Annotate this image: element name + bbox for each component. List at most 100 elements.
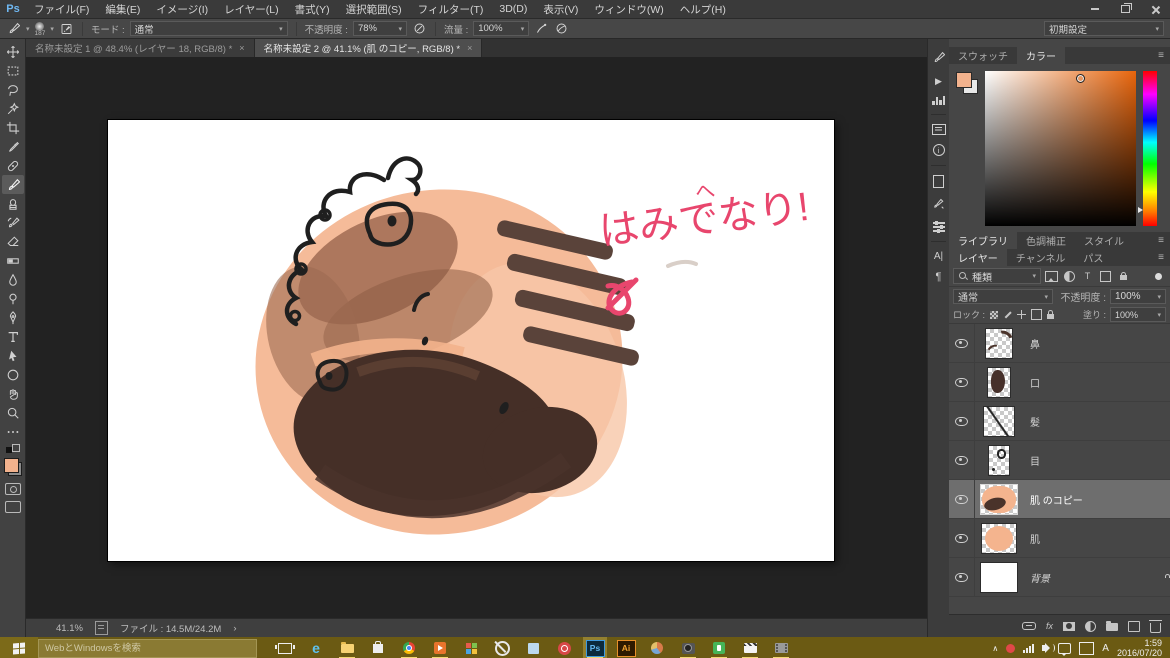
layer-row[interactable]: 鼻 xyxy=(949,324,1170,363)
panel-tab[interactable]: スウォッチ xyxy=(949,47,1017,64)
link-layers-icon[interactable] xyxy=(1022,622,1036,630)
layer-row[interactable]: 肌 のコピー xyxy=(949,480,1170,519)
preset-caret-icon[interactable]: ▾ xyxy=(26,25,30,33)
chrome-button[interactable] xyxy=(397,637,421,658)
start-button[interactable] xyxy=(0,637,38,658)
camera-app-button[interactable] xyxy=(676,637,700,658)
menu-item[interactable]: 選択範囲(S) xyxy=(338,2,410,17)
media-player-button[interactable] xyxy=(428,637,452,658)
menu-item[interactable]: 表示(V) xyxy=(535,2,586,17)
layer-thumbnail[interactable] xyxy=(982,524,1016,553)
layer-thumbnail[interactable] xyxy=(989,446,1009,475)
layer-visibility-toggle[interactable] xyxy=(949,519,975,557)
edge-button[interactable]: e xyxy=(304,637,328,658)
layer-name[interactable]: 目 xyxy=(1030,453,1040,468)
panel-menu-icon[interactable]: ≡ xyxy=(1158,249,1170,266)
histogram-panel-icon[interactable] xyxy=(932,96,945,105)
menu-item[interactable]: ヘルプ(H) xyxy=(672,2,734,17)
layer-thumbnail[interactable] xyxy=(981,563,1017,592)
close-button[interactable] xyxy=(1140,0,1170,18)
zoom-level-value[interactable]: 41.1% xyxy=(56,623,83,634)
taskbar-clock[interactable]: 1:59 2016/07/20 xyxy=(1117,638,1162,658)
layer-name[interactable]: 髪 xyxy=(1030,414,1040,429)
menu-item[interactable]: レイヤー(L) xyxy=(216,2,287,17)
lasso-tool[interactable] xyxy=(2,80,24,99)
layer-visibility-toggle[interactable] xyxy=(949,480,975,518)
info-panel-icon[interactable]: i xyxy=(933,144,945,156)
hand-tool[interactable] xyxy=(2,384,24,403)
brush-caret-icon[interactable]: ▾ xyxy=(50,25,54,33)
file-explorer-button[interactable] xyxy=(335,637,359,658)
dodge-tool[interactable] xyxy=(2,289,24,308)
filter-pixel-layers-icon[interactable] xyxy=(1044,269,1059,283)
status-chevron-icon[interactable]: › xyxy=(233,623,236,634)
notification-badge-icon[interactable] xyxy=(1006,644,1015,653)
marquee-tool[interactable] xyxy=(2,61,24,80)
delete-layer-icon[interactable] xyxy=(1150,623,1161,633)
spot-healing-brush-tool[interactable] xyxy=(2,156,24,175)
store-button[interactable] xyxy=(366,637,390,658)
layer-row[interactable]: 肌 xyxy=(949,519,1170,558)
color-picker-ring[interactable] xyxy=(1076,74,1085,83)
flow-select[interactable]: 100% ▾ xyxy=(473,21,529,36)
swap-colors-icon[interactable] xyxy=(6,444,20,454)
quick-mask-mode-button[interactable] xyxy=(5,483,21,495)
menu-item[interactable]: 書式(Y) xyxy=(287,2,338,17)
pasteboard[interactable]: はみでなり! へ xyxy=(26,57,927,618)
panel-tab[interactable]: カラー xyxy=(1017,47,1065,64)
close-tab-icon[interactable]: × xyxy=(239,43,244,53)
document-tab[interactable]: 名称未設定 2 @ 41.1% (肌 のコピー, RGB/8) * × xyxy=(255,39,483,57)
pressure-opacity-icon[interactable] xyxy=(412,22,427,35)
hue-slider[interactable] xyxy=(1143,71,1157,226)
shape-tool[interactable] xyxy=(2,365,24,384)
layer-opacity-select[interactable]: 100% ▾ xyxy=(1110,289,1166,304)
layer-visibility-toggle[interactable] xyxy=(949,324,975,362)
menu-item[interactable]: イメージ(I) xyxy=(148,2,216,17)
clone-source-panel-icon[interactable] xyxy=(933,175,944,188)
layer-name[interactable]: 背景 xyxy=(1030,570,1050,585)
move-tool[interactable] xyxy=(2,42,24,61)
sticky-notes-button[interactable] xyxy=(521,637,545,658)
gradient-tool[interactable] xyxy=(2,251,24,270)
quick-selection-tool[interactable] xyxy=(2,99,24,118)
brush-tool-preset-icon[interactable] xyxy=(6,22,21,35)
pressure-size-icon[interactable] xyxy=(554,22,569,35)
layer-row[interactable]: 背景 xyxy=(949,558,1170,597)
minimize-button[interactable] xyxy=(1080,0,1110,18)
eyedropper-tool[interactable] xyxy=(2,137,24,156)
network-signal-icon[interactable] xyxy=(1023,644,1034,653)
globe-app-button[interactable] xyxy=(645,637,669,658)
layer-thumbnail[interactable] xyxy=(986,329,1012,358)
brush-tip-preview[interactable]: 187 xyxy=(35,22,46,36)
history-brush-tool[interactable] xyxy=(2,213,24,232)
pen-tool[interactable] xyxy=(2,308,24,327)
restore-button[interactable] xyxy=(1110,0,1140,18)
evernote-button[interactable] xyxy=(707,637,731,658)
brush-settings-panel-icon[interactable] xyxy=(932,51,945,67)
foreground-color-swatch[interactable] xyxy=(956,72,972,88)
actions-panel-icon[interactable]: ▶ xyxy=(935,76,942,87)
filter-type-layers-icon[interactable]: T xyxy=(1080,269,1095,283)
menu-item[interactable]: 3D(D) xyxy=(491,3,535,15)
lock-all-icon[interactable] xyxy=(1047,314,1054,319)
filter-toggle-icon[interactable] xyxy=(1155,273,1162,280)
airbrush-icon[interactable] xyxy=(534,22,549,35)
photoshop-taskbar-button[interactable]: Ps xyxy=(583,637,607,658)
layer-comps-panel-icon[interactable] xyxy=(932,124,946,135)
blur-tool[interactable] xyxy=(2,270,24,289)
layer-row[interactable]: 目 xyxy=(949,441,1170,480)
close-tab-icon[interactable]: × xyxy=(467,43,472,53)
adjustment-layer-icon[interactable] xyxy=(1085,621,1096,632)
settings-button[interactable] xyxy=(490,637,514,658)
tool-presets-panel-icon[interactable] xyxy=(932,197,945,213)
panel-tab[interactable]: パス xyxy=(1074,249,1112,266)
hue-slider-marker[interactable] xyxy=(1138,207,1143,213)
panel-tab[interactable]: レイヤー xyxy=(949,249,1007,266)
new-layer-icon[interactable] xyxy=(1128,621,1140,632)
color-swatches[interactable] xyxy=(3,457,23,477)
layer-name[interactable]: 肌 xyxy=(1030,531,1040,546)
saturation-brightness-field[interactable] xyxy=(985,71,1136,226)
layer-row[interactable]: 口 xyxy=(949,363,1170,402)
crop-tool[interactable] xyxy=(2,118,24,137)
filter-smart-objects-icon[interactable] xyxy=(1116,269,1131,283)
